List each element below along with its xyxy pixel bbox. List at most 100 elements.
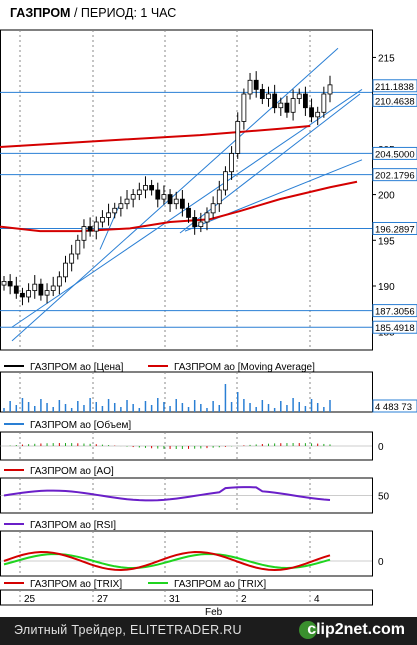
candle-body [149,185,155,191]
volume-legend-label: ГАЗПРОМ ао [Объем] [30,419,131,431]
candle-body [259,89,265,99]
candle-body [235,121,241,154]
footer-logo: clip2net.com [307,621,405,638]
volume-panel: 4 483 73 [3,384,417,413]
ma-line-short [0,180,358,233]
candle-body [186,207,191,218]
volume-tag-label: 4 483 73 [375,402,412,413]
grid-lines [19,30,311,605]
rsi-tick-label: 50 [378,492,390,503]
candle-body [75,239,81,255]
price-tag-label: 211.1838 [375,82,414,93]
time-tick-label: 2 [241,594,247,605]
candle-body [63,262,68,278]
price-tag-label: 187.3056 [375,307,415,318]
candle-body [32,283,38,291]
candle-body [13,285,19,294]
candle-body [118,203,124,209]
candle-body [26,290,32,298]
time-tick-label: 25 [24,594,36,605]
candle-body [81,226,87,241]
candle-body [20,292,25,298]
candle-body [69,253,75,264]
candle-body [155,189,161,200]
moving-average-lines [0,125,358,233]
candle-body [100,217,105,223]
candle-body [198,221,204,227]
rsi-legend-label: ГАЗПРОМ ао [RSI] [30,520,116,531]
candle-body [106,212,111,218]
candle-body [112,207,118,214]
candle-body [179,198,185,209]
price-tag-label: 185.4918 [375,323,415,334]
ma-legend-label: ГАЗПРОМ ао [Moving Average] [174,362,315,373]
ao-tick-label: 0 [378,442,384,453]
candle-body [321,93,327,113]
candle-body [167,194,173,205]
candle-body [38,283,44,296]
candle-body [229,153,234,173]
price-tag-label: 204.5000 [375,149,415,160]
candle-body [161,194,167,200]
candle-body [204,212,210,223]
candle-body [223,171,228,191]
legends: ГАЗПРОМ ао [Цена] ГАЗПРОМ ао [Moving Aver… [4,362,315,590]
candle-body [1,281,7,286]
candle-body [278,102,284,109]
candle-body [124,198,130,205]
rsi-line [3,486,331,502]
candle-body [7,281,13,287]
price-tag-label: 196.2897 [375,224,415,235]
ao-panel: 0 [0,442,384,453]
price-tags: 211.1838 210.4638 204.5000 202.1796 196.2897… [372,79,417,334]
trix-tick-label: 0 [378,557,384,568]
candle-body [327,84,333,95]
price-tick-label: 190 [378,282,395,293]
trix-legend-red-label: ГАЗПРОМ ао [TRIX] [30,579,122,590]
candle-body [192,217,198,227]
price-tag-label: 202.1796 [375,171,415,182]
ao-legend-label: ГАЗПРОМ ао [AO] [30,466,114,477]
candle-body [216,189,222,205]
candle-body [87,226,93,232]
time-tick-label: 31 [169,594,181,605]
candle-body [315,111,321,118]
chart-canvas: 215210205200195190185 211.1838210.463820… [0,29,417,617]
candle-body [290,98,296,113]
time-tick-label: 4 [314,594,320,605]
candle-body [210,203,216,214]
trix-panel: 0 [0,551,384,572]
candle-body [247,79,253,95]
candle-body [130,194,136,200]
candle-body [272,93,278,109]
candle-body [309,107,314,118]
rsi-panel: 50 [0,486,390,503]
time-axis: 25 27 31 2 4 Feb [0,594,372,617]
candle-body [253,79,259,90]
trix-legend-green-label: ГАЗПРОМ ао [TRIX] [174,579,266,590]
channel-lower-line [184,159,363,232]
footer-bar: Элитный Трейдер, ELITETRADER.RU clip2net… [0,617,417,645]
candle-body [266,93,271,99]
candle-body [296,93,302,99]
month-label: Feb [205,607,223,617]
candle-body [56,276,62,287]
candle-body [93,221,99,232]
candle-body [136,189,142,195]
price-tick-label: 195 [378,236,395,247]
price-legend-label: ГАЗПРОМ ао [Цена] [30,362,124,373]
candle-body [173,198,179,205]
price-tag-label: 210.4638 [375,96,415,107]
ma-line-long [0,125,311,149]
candle-body [44,290,50,296]
time-tick-label: 27 [97,594,109,605]
candle-body [284,102,290,113]
price-tick-label: 215 [378,53,395,64]
candle-body [143,185,148,191]
candle-body [50,285,56,291]
price-tick-label: 200 [378,191,395,202]
footer-text: Элитный Трейдер, ELITETRADER.RU [14,623,242,637]
indicator-panel-frame [0,371,373,413]
candle-body [241,93,247,122]
candle-body [302,93,308,109]
